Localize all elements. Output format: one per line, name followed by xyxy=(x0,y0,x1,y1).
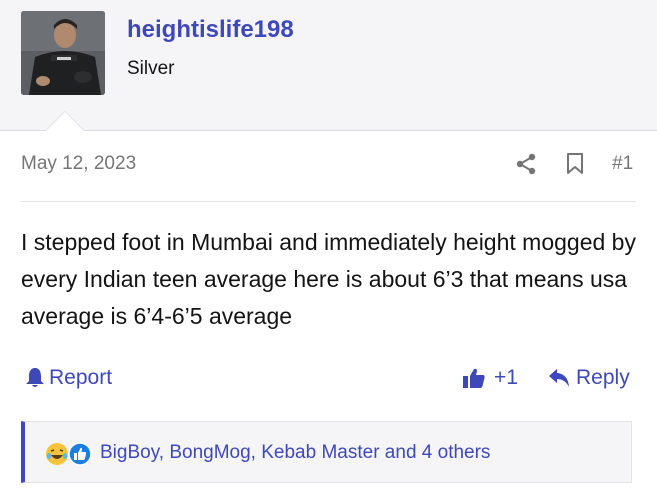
like-button[interactable]: +1 xyxy=(462,366,518,390)
post-body: I stepped foot in Mumbai and immediately… xyxy=(21,229,636,329)
share-icon[interactable] xyxy=(515,153,537,175)
bell-icon xyxy=(26,368,44,387)
reply-button[interactable]: Reply xyxy=(548,366,630,390)
post-number[interactable]: #1 xyxy=(612,153,633,175)
laughing-emoji-icon xyxy=(46,443,68,465)
user-title: Silver xyxy=(127,58,175,79)
like-reaction-icon xyxy=(68,442,92,466)
header-pointer xyxy=(45,111,85,131)
username[interactable]: heightislife198 xyxy=(127,16,294,44)
reactions-bar: BigBoy, BongMog, Kebab Master and 4 othe… xyxy=(21,421,632,483)
reply-icon xyxy=(549,369,569,387)
like-count: +1 xyxy=(494,366,518,389)
thumbs-up-icon xyxy=(463,368,485,388)
avatar[interactable] xyxy=(21,11,105,95)
divider xyxy=(21,201,636,202)
post-date[interactable]: May 12, 2023 xyxy=(21,153,136,175)
report-label: Report xyxy=(49,366,113,389)
avatar-photo-icon xyxy=(21,11,105,95)
bookmark-icon[interactable] xyxy=(566,153,584,175)
user-header: heightislife198 Silver xyxy=(0,0,657,131)
report-button[interactable]: Report xyxy=(25,366,112,390)
reactions-list[interactable]: BigBoy, BongMog, Kebab Master and 4 othe… xyxy=(100,442,490,464)
reply-label: Reply xyxy=(576,366,630,389)
